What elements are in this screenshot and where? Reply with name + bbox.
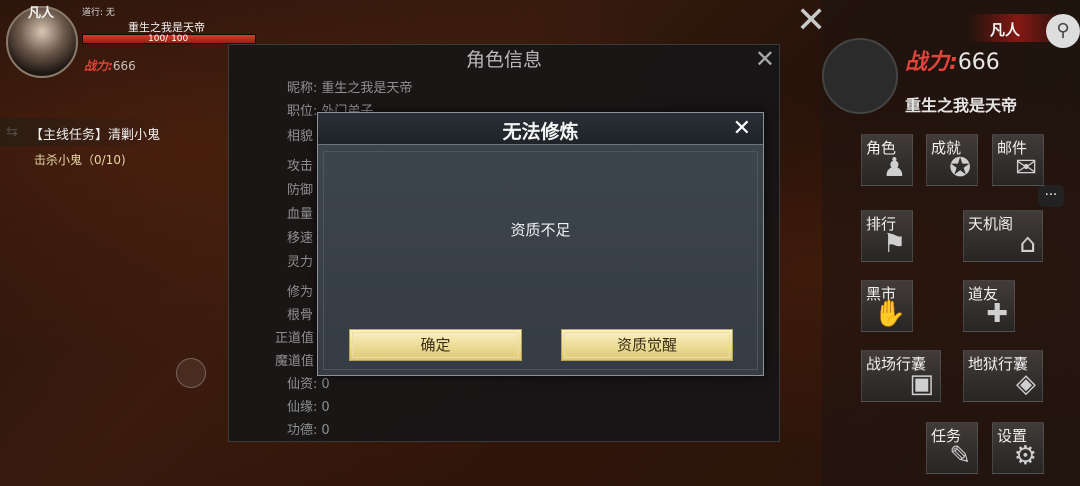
info-row-label: 灵力 — [287, 255, 314, 270]
hell-pack-icon: ◈ — [1016, 369, 1036, 399]
info-row-value: 0 — [321, 423, 330, 438]
power-label: 战力: — [84, 59, 113, 73]
right-power-label: 战力: — [905, 50, 958, 75]
cannot-cultivate-dialog: 无法修炼 ✕ 资质不足 确定 资质觉醒 — [317, 112, 764, 376]
info-row: 根骨 — [287, 304, 317, 323]
info-row-label: 攻击 — [287, 159, 314, 174]
joystick-knob[interactable] — [176, 358, 206, 388]
menu-button[interactable]: 地狱行囊 ◈ — [963, 350, 1043, 402]
menu-button[interactable]: 黑市 ✋ — [861, 280, 913, 332]
aptitude-awaken-button[interactable]: 资质觉醒 — [561, 329, 733, 361]
menu-button[interactable]: 道友 ✚ — [963, 280, 1015, 332]
info-row-value: 0 — [321, 400, 330, 415]
info-panel-close-icon[interactable]: ✕ — [755, 45, 775, 73]
info-row-label: 修为 — [287, 285, 314, 300]
info-row-label: 仙资: — [287, 377, 318, 392]
chat-bubble-icon[interactable]: ··· — [1038, 185, 1064, 207]
search-icon[interactable]: ⚲ — [1046, 14, 1080, 48]
right-power-value: 666 — [957, 50, 1000, 75]
banner-icon: ⚑ — [882, 229, 906, 259]
right-power: 战力:666 — [905, 44, 1000, 76]
quest-objective[interactable]: 击杀小鬼（0/10) — [34, 151, 126, 168]
info-row-label: 移速 — [287, 231, 314, 246]
info-panel-title: 角色信息 — [465, 49, 542, 71]
quest-title[interactable]: 【主线任务】清剿小鬼 — [0, 118, 180, 146]
player-dao: 道行: 无 — [82, 8, 115, 18]
power-value: 666 — [112, 59, 136, 73]
info-row: 正道值 — [275, 327, 318, 346]
menu-button-label: 天机阁 — [968, 215, 1014, 233]
info-row: 仙缘: 0 — [287, 396, 330, 415]
player-power: 战力:666 — [84, 57, 136, 74]
right-player-name: 重生之我是天帝 — [905, 96, 1018, 115]
info-row: 修为 — [287, 281, 317, 300]
info-row-label: 仙缘: — [287, 400, 318, 415]
info-row-label: 职位: — [287, 104, 318, 119]
right-rank: 凡人 — [990, 21, 1021, 39]
confirm-button[interactable]: 确定 — [349, 329, 522, 361]
menu-button[interactable]: 任务 ✎ — [926, 422, 978, 474]
info-row-label: 昵称: — [287, 81, 318, 96]
dialog-close-icon[interactable]: ✕ — [733, 116, 751, 141]
info-row: 移速 — [287, 227, 317, 246]
info-row: 攻击 — [287, 155, 317, 174]
hp-text: 100/ 100 — [148, 34, 189, 44]
menu-button[interactable]: 排行 ⚑ — [861, 210, 913, 262]
friends-icon: ✚ — [986, 299, 1008, 329]
scroll-icon: ✎ — [949, 441, 971, 471]
menu-button[interactable]: 战场行囊 ▣ — [861, 350, 941, 402]
dialog-title: 无法修炼 — [502, 121, 579, 143]
medal-icon: ✪ — [949, 153, 971, 183]
info-row-value: 0 — [321, 377, 330, 392]
player-rank: 凡人 — [28, 6, 55, 21]
info-row: 血量 — [287, 203, 317, 222]
backpack-icon: ▣ — [909, 369, 934, 399]
gear-icon: ⚙ — [1013, 441, 1037, 471]
player-name: 重生之我是天帝 — [128, 21, 205, 34]
dialog-message: 资质不足 — [510, 221, 571, 239]
menu-button[interactable]: 邮件 ✉ — [992, 134, 1044, 186]
pavilion-icon: ⌂ — [1019, 229, 1036, 259]
info-row: 魔道值 — [275, 350, 318, 369]
info-row-value: 重生之我是天帝 — [321, 81, 413, 96]
info-row: 防御 — [287, 179, 317, 198]
info-row: 灵力 — [287, 251, 317, 270]
menu-button[interactable]: 角色 ♟ — [861, 134, 913, 186]
info-row-label: 魔道值 — [275, 354, 315, 369]
info-row: 相貌 — [287, 125, 317, 144]
info-row-label: 根骨 — [287, 308, 314, 323]
envelope-icon: ✉ — [1015, 153, 1037, 183]
menu-button[interactable]: 成就 ✪ — [926, 134, 978, 186]
info-row: 昵称: 重生之我是天帝 — [287, 77, 412, 96]
info-row-label: 血量 — [287, 207, 314, 222]
menu-button[interactable]: 天机阁 ⌂ — [963, 210, 1043, 262]
info-row-label: 功德: — [287, 423, 318, 438]
menu-button[interactable]: 设置 ⚙ — [992, 422, 1044, 474]
info-row-label: 防御 — [287, 183, 314, 198]
info-row-label: 相貌 — [287, 129, 314, 144]
right-avatar — [822, 38, 898, 114]
hand-icon: ✋ — [873, 299, 906, 329]
silhouette-icon: ♟ — [882, 153, 906, 183]
info-row: 功德: 0 — [287, 419, 330, 438]
info-row-label: 正道值 — [275, 331, 315, 346]
